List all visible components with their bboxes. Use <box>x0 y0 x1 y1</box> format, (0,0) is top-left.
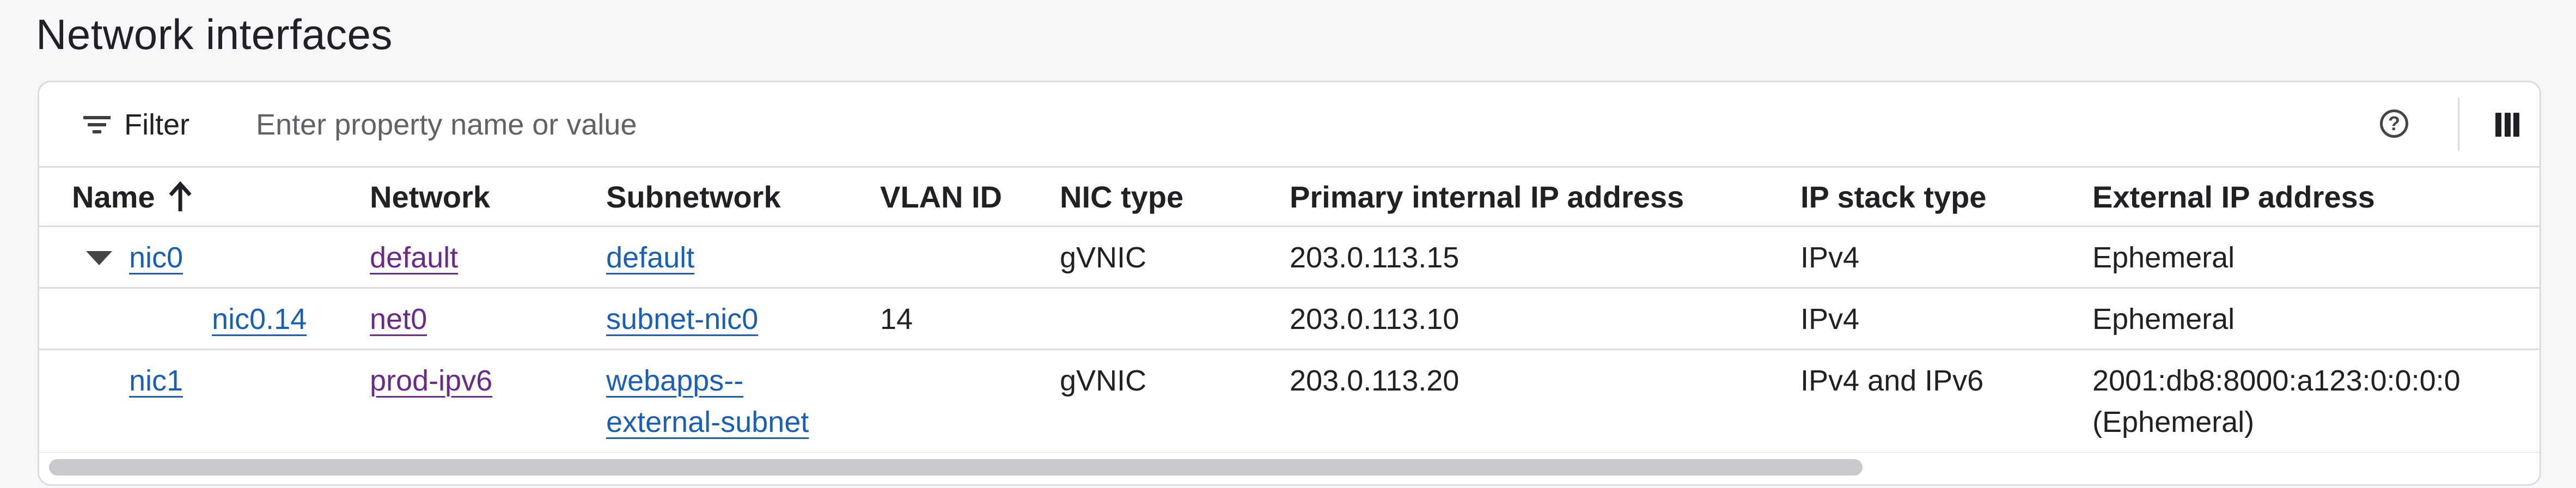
subnetwork-link[interactable]: subnet-nic0 <box>606 298 758 340</box>
vlan-id-value: 14 <box>880 303 913 335</box>
filter-toolbar: Filter ? <box>39 82 2540 166</box>
filter-label: Filter <box>124 108 190 141</box>
toolbar-divider <box>2458 97 2459 151</box>
ip-stack-value: IPv4 <box>1800 303 1860 335</box>
ip-stack-value: IPv4 and IPv6 <box>1800 364 1984 397</box>
nic-name-link[interactable]: nic0 <box>129 237 183 278</box>
filter-list-icon <box>82 114 112 136</box>
column-header-nic-type[interactable]: NIC type <box>1060 176 1183 218</box>
filter-button[interactable]: Filter <box>82 107 190 142</box>
nic-name-link[interactable]: nic0.14 <box>212 298 307 340</box>
external-ip-value: Ephemeral <box>2092 303 2235 335</box>
subnetwork-link[interactable]: webapps-- <box>606 360 743 401</box>
table-row-nic0-14: nic0.14 net0 subnet-nic0 14 203.0.113.10… <box>39 289 2540 350</box>
external-ip-value: 2001:db8:8000:a123:0:0:0:0 <box>2092 364 2461 397</box>
arrow-up-icon[interactable] <box>168 181 193 213</box>
nic-type-value: gVNIC <box>1060 241 1147 274</box>
subnetwork-link-continued[interactable]: external-subnet <box>606 401 809 443</box>
filter-input[interactable] <box>256 103 2325 147</box>
table-row-nic0: nic0 default default gVNIC 203.0.113.15 … <box>39 227 2540 289</box>
network-link[interactable]: default <box>370 237 458 278</box>
nic-type-value: gVNIC <box>1060 364 1147 397</box>
subnetwork-link[interactable]: default <box>606 237 694 278</box>
column-header-external-ip[interactable]: External IP address <box>2092 176 2375 218</box>
expand-more-icon[interactable] <box>86 251 112 265</box>
column-header-name[interactable]: Name <box>72 176 155 218</box>
help-circle-icon[interactable]: ? <box>2380 109 2408 138</box>
primary-ip-value: 203.0.113.20 <box>1290 364 1460 397</box>
column-header-vlan-id[interactable]: VLAN ID <box>880 176 1002 218</box>
external-ip-value: Ephemeral <box>2092 241 2235 274</box>
table-row-nic1: nic1 prod-ipv6 webapps-- external-subnet… <box>39 350 2540 454</box>
column-header-network[interactable]: Network <box>370 176 490 218</box>
column-display-icon[interactable] <box>2495 113 2519 137</box>
network-link[interactable]: prod-ipv6 <box>370 360 492 401</box>
primary-ip-value: 203.0.113.10 <box>1290 303 1460 335</box>
ip-stack-value: IPv4 <box>1800 241 1860 274</box>
column-header-primary-internal-ip[interactable]: Primary internal IP address <box>1290 176 1684 218</box>
section-title: Network interfaces <box>36 10 393 58</box>
network-interfaces-card: Filter ? Name Network Subnetwork VLAN ID… <box>38 81 2541 486</box>
external-ip-qualifier: (Ephemeral) <box>2092 406 2255 438</box>
column-header-ip-stack-type[interactable]: IP stack type <box>1800 176 1986 218</box>
network-link[interactable]: net0 <box>370 298 427 340</box>
column-header-subnetwork[interactable]: Subnetwork <box>606 176 780 218</box>
page: Network interfaces Filter ? Name Network… <box>0 0 2576 488</box>
horizontal-scrollbar[interactable] <box>39 453 2540 484</box>
scrollbar-thumb[interactable] <box>49 459 1863 475</box>
table-header-row: Name Network Subnetwork VLAN ID NIC type… <box>39 166 2540 227</box>
nic-name-link[interactable]: nic1 <box>129 360 183 401</box>
primary-ip-value: 203.0.113.15 <box>1290 241 1460 274</box>
